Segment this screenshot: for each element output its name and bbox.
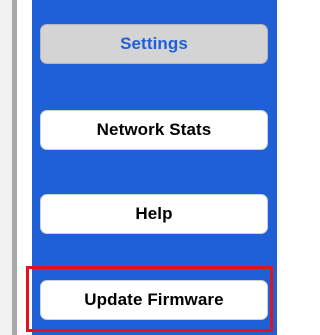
margin-strip — [17, 0, 32, 335]
left-gutter — [0, 0, 12, 335]
help-button-label: Help — [135, 204, 173, 223]
update-firmware-button-label: Update Firmware — [84, 290, 224, 309]
screenshot-frame: Settings Network Stats Help Update Firmw… — [0, 0, 277, 335]
network-stats-button[interactable]: Network Stats — [40, 110, 268, 150]
settings-button-label: Settings — [120, 34, 188, 53]
settings-button[interactable]: Settings — [40, 24, 268, 64]
network-stats-button-label: Network Stats — [96, 120, 212, 139]
update-firmware-button[interactable]: Update Firmware — [40, 280, 268, 320]
help-button[interactable]: Help — [40, 194, 268, 234]
